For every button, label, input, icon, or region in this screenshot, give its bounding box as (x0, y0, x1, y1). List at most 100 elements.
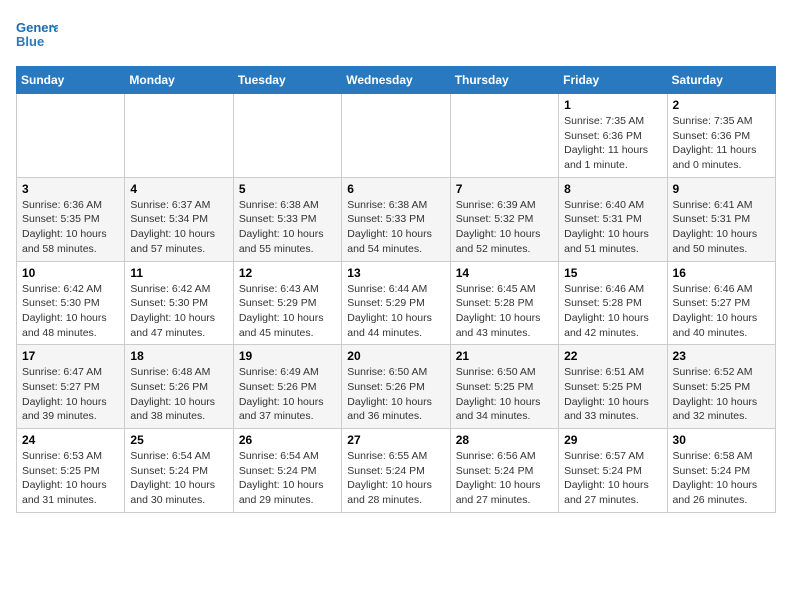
day-number: 6 (347, 182, 444, 196)
day-number: 1 (564, 98, 661, 112)
day-number: 20 (347, 349, 444, 363)
weekday-header-saturday: Saturday (667, 67, 775, 94)
day-number: 11 (130, 266, 227, 280)
day-info: Sunrise: 6:37 AM Sunset: 5:34 PM Dayligh… (130, 198, 227, 257)
calendar-header: SundayMondayTuesdayWednesdayThursdayFrid… (17, 67, 776, 94)
day-info: Sunrise: 6:38 AM Sunset: 5:33 PM Dayligh… (347, 198, 444, 257)
day-number: 18 (130, 349, 227, 363)
day-info: Sunrise: 6:42 AM Sunset: 5:30 PM Dayligh… (22, 282, 119, 341)
calendar-cell (233, 94, 341, 178)
day-info: Sunrise: 6:48 AM Sunset: 5:26 PM Dayligh… (130, 365, 227, 424)
calendar-cell: 19 Sunrise: 6:49 AM Sunset: 5:26 PM Dayli… (233, 345, 341, 429)
page-header: General Blue (16, 16, 776, 54)
day-number: 4 (130, 182, 227, 196)
calendar-cell: 18 Sunrise: 6:48 AM Sunset: 5:26 PM Dayli… (125, 345, 233, 429)
day-info: Sunrise: 6:50 AM Sunset: 5:25 PM Dayligh… (456, 365, 553, 424)
calendar-cell: 10 Sunrise: 6:42 AM Sunset: 5:30 PM Dayli… (17, 261, 125, 345)
day-number: 28 (456, 433, 553, 447)
calendar-cell: 5Sunrise: 6:38 AM Sunset: 5:33 PM Daylig… (233, 177, 341, 261)
calendar-cell: 2 Sunrise: 7:35 AM Sunset: 6:36 PM Daylig… (667, 94, 775, 178)
day-number: 27 (347, 433, 444, 447)
calendar-cell (342, 94, 450, 178)
calendar-cell (17, 94, 125, 178)
day-info: Sunrise: 6:53 AM Sunset: 5:25 PM Dayligh… (22, 449, 119, 508)
weekday-header-friday: Friday (559, 67, 667, 94)
calendar-cell: 20Sunrise: 6:50 AM Sunset: 5:26 PM Dayli… (342, 345, 450, 429)
calendar-cell: 12 Sunrise: 6:43 AM Sunset: 5:29 PM Dayli… (233, 261, 341, 345)
day-info: Sunrise: 6:57 AM Sunset: 5:24 PM Dayligh… (564, 449, 661, 508)
day-info: Sunrise: 6:36 AM Sunset: 5:35 PM Dayligh… (22, 198, 119, 257)
day-number: 26 (239, 433, 336, 447)
calendar-cell: 16Sunrise: 6:46 AM Sunset: 5:27 PM Dayli… (667, 261, 775, 345)
calendar-cell: 28 Sunrise: 6:56 AM Sunset: 5:24 PM Dayli… (450, 429, 558, 513)
day-number: 30 (673, 433, 770, 447)
day-number: 5 (239, 182, 336, 196)
day-info: Sunrise: 6:46 AM Sunset: 5:28 PM Dayligh… (564, 282, 661, 341)
calendar-cell: 13 Sunrise: 6:44 AM Sunset: 5:29 PM Dayli… (342, 261, 450, 345)
calendar-cell: 29 Sunrise: 6:57 AM Sunset: 5:24 PM Dayli… (559, 429, 667, 513)
calendar-cell (125, 94, 233, 178)
day-info: Sunrise: 7:35 AM Sunset: 6:36 PM Dayligh… (673, 114, 770, 173)
weekday-header-wednesday: Wednesday (342, 67, 450, 94)
calendar-cell: 24 Sunrise: 6:53 AM Sunset: 5:25 PM Dayli… (17, 429, 125, 513)
calendar-cell: 6 Sunrise: 6:38 AM Sunset: 5:33 PM Daylig… (342, 177, 450, 261)
day-info: Sunrise: 6:54 AM Sunset: 5:24 PM Dayligh… (130, 449, 227, 508)
day-info: Sunrise: 6:56 AM Sunset: 5:24 PM Dayligh… (456, 449, 553, 508)
day-number: 10 (22, 266, 119, 280)
day-number: 29 (564, 433, 661, 447)
logo: General Blue (16, 16, 58, 54)
day-info: Sunrise: 6:51 AM Sunset: 5:25 PM Dayligh… (564, 365, 661, 424)
day-info: Sunrise: 6:42 AM Sunset: 5:30 PM Dayligh… (130, 282, 227, 341)
day-number: 21 (456, 349, 553, 363)
calendar-cell: 14Sunrise: 6:45 AM Sunset: 5:28 PM Dayli… (450, 261, 558, 345)
day-number: 3 (22, 182, 119, 196)
svg-text:General: General (16, 20, 58, 35)
calendar-cell: 17Sunrise: 6:47 AM Sunset: 5:27 PM Dayli… (17, 345, 125, 429)
calendar-cell: 8Sunrise: 6:40 AM Sunset: 5:31 PM Daylig… (559, 177, 667, 261)
calendar-week-2: 10 Sunrise: 6:42 AM Sunset: 5:30 PM Dayli… (17, 261, 776, 345)
weekday-header-row: SundayMondayTuesdayWednesdayThursdayFrid… (17, 67, 776, 94)
day-number: 2 (673, 98, 770, 112)
day-info: Sunrise: 7:35 AM Sunset: 6:36 PM Dayligh… (564, 114, 661, 173)
day-number: 24 (22, 433, 119, 447)
day-info: Sunrise: 6:55 AM Sunset: 5:24 PM Dayligh… (347, 449, 444, 508)
day-info: Sunrise: 6:41 AM Sunset: 5:31 PM Dayligh… (673, 198, 770, 257)
calendar-cell: 1 Sunrise: 7:35 AM Sunset: 6:36 PM Daylig… (559, 94, 667, 178)
calendar-cell: 7Sunrise: 6:39 AM Sunset: 5:32 PM Daylig… (450, 177, 558, 261)
logo-svg: General Blue (16, 16, 58, 54)
calendar-week-1: 3 Sunrise: 6:36 AM Sunset: 5:35 PM Daylig… (17, 177, 776, 261)
svg-text:Blue: Blue (16, 34, 44, 49)
day-number: 17 (22, 349, 119, 363)
weekday-header-tuesday: Tuesday (233, 67, 341, 94)
day-info: Sunrise: 6:49 AM Sunset: 5:26 PM Dayligh… (239, 365, 336, 424)
weekday-header-sunday: Sunday (17, 67, 125, 94)
calendar-week-4: 24 Sunrise: 6:53 AM Sunset: 5:25 PM Dayli… (17, 429, 776, 513)
weekday-header-monday: Monday (125, 67, 233, 94)
day-info: Sunrise: 6:43 AM Sunset: 5:29 PM Dayligh… (239, 282, 336, 341)
day-number: 14 (456, 266, 553, 280)
calendar-cell: 3 Sunrise: 6:36 AM Sunset: 5:35 PM Daylig… (17, 177, 125, 261)
calendar-cell: 27 Sunrise: 6:55 AM Sunset: 5:24 PM Dayli… (342, 429, 450, 513)
calendar-cell: 30 Sunrise: 6:58 AM Sunset: 5:24 PM Dayli… (667, 429, 775, 513)
calendar-cell: 21 Sunrise: 6:50 AM Sunset: 5:25 PM Dayli… (450, 345, 558, 429)
calendar-cell: 4 Sunrise: 6:37 AM Sunset: 5:34 PM Daylig… (125, 177, 233, 261)
day-info: Sunrise: 6:54 AM Sunset: 5:24 PM Dayligh… (239, 449, 336, 508)
day-info: Sunrise: 6:52 AM Sunset: 5:25 PM Dayligh… (673, 365, 770, 424)
day-number: 19 (239, 349, 336, 363)
calendar-table: SundayMondayTuesdayWednesdayThursdayFrid… (16, 66, 776, 513)
day-info: Sunrise: 6:58 AM Sunset: 5:24 PM Dayligh… (673, 449, 770, 508)
day-info: Sunrise: 6:46 AM Sunset: 5:27 PM Dayligh… (673, 282, 770, 341)
day-number: 8 (564, 182, 661, 196)
calendar-cell: 22 Sunrise: 6:51 AM Sunset: 5:25 PM Dayli… (559, 345, 667, 429)
calendar-cell: 26 Sunrise: 6:54 AM Sunset: 5:24 PM Dayli… (233, 429, 341, 513)
calendar-week-3: 17Sunrise: 6:47 AM Sunset: 5:27 PM Dayli… (17, 345, 776, 429)
weekday-header-thursday: Thursday (450, 67, 558, 94)
day-number: 25 (130, 433, 227, 447)
day-number: 7 (456, 182, 553, 196)
day-number: 13 (347, 266, 444, 280)
calendar-cell: 9Sunrise: 6:41 AM Sunset: 5:31 PM Daylig… (667, 177, 775, 261)
day-info: Sunrise: 6:44 AM Sunset: 5:29 PM Dayligh… (347, 282, 444, 341)
day-number: 22 (564, 349, 661, 363)
day-number: 12 (239, 266, 336, 280)
calendar-cell: 25 Sunrise: 6:54 AM Sunset: 5:24 PM Dayli… (125, 429, 233, 513)
